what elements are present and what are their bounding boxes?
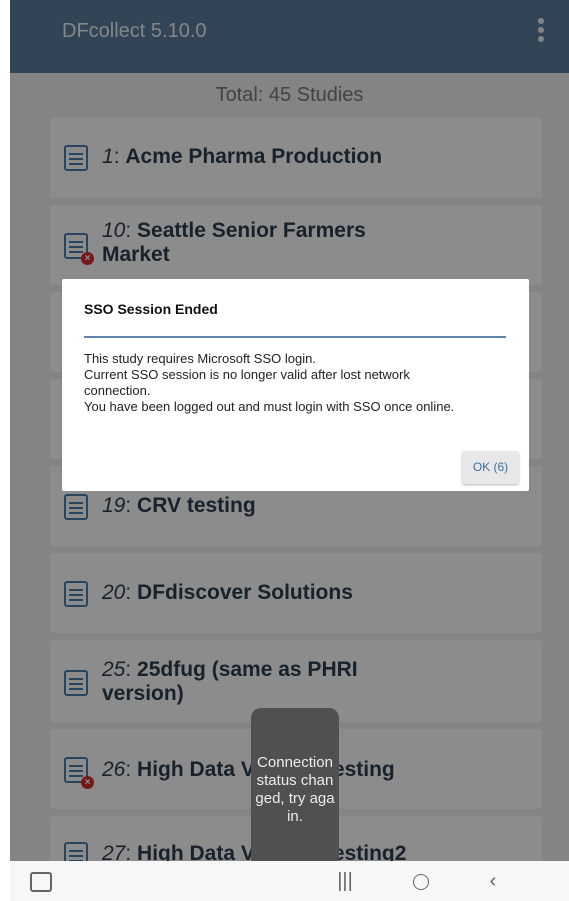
dialog-message: This study requires Microsoft SSO login.…	[84, 351, 514, 415]
keyboard-icon[interactable]	[28, 865, 54, 897]
toast-text: Connection status changed, try again.	[255, 754, 335, 825]
dialog-message-line: connection.	[84, 383, 151, 398]
device-screen: DFcollect 5.10.0 Total: 45 Studies 1: Ac…	[10, 0, 569, 901]
dialog-title: SSO Session Ended	[84, 301, 218, 317]
back-icon[interactable]: ‹	[480, 865, 506, 897]
dialog-message-line: This study requires Microsoft SSO login.	[84, 351, 316, 366]
system-nav-bar: ||| ‹	[10, 861, 569, 901]
toast-message: Connection status changed, try again.	[251, 708, 339, 868]
dialog-divider	[84, 336, 506, 338]
ok-button[interactable]: OK (6)	[462, 451, 519, 484]
recents-icon[interactable]: |||	[330, 865, 360, 897]
sso-session-dialog: SSO Session Ended This study requires Mi…	[62, 279, 529, 491]
dialog-message-line: You have been logged out and must login …	[84, 399, 455, 414]
dialog-message-line: Current SSO session is no longer valid a…	[84, 367, 410, 382]
home-icon[interactable]	[406, 865, 436, 897]
